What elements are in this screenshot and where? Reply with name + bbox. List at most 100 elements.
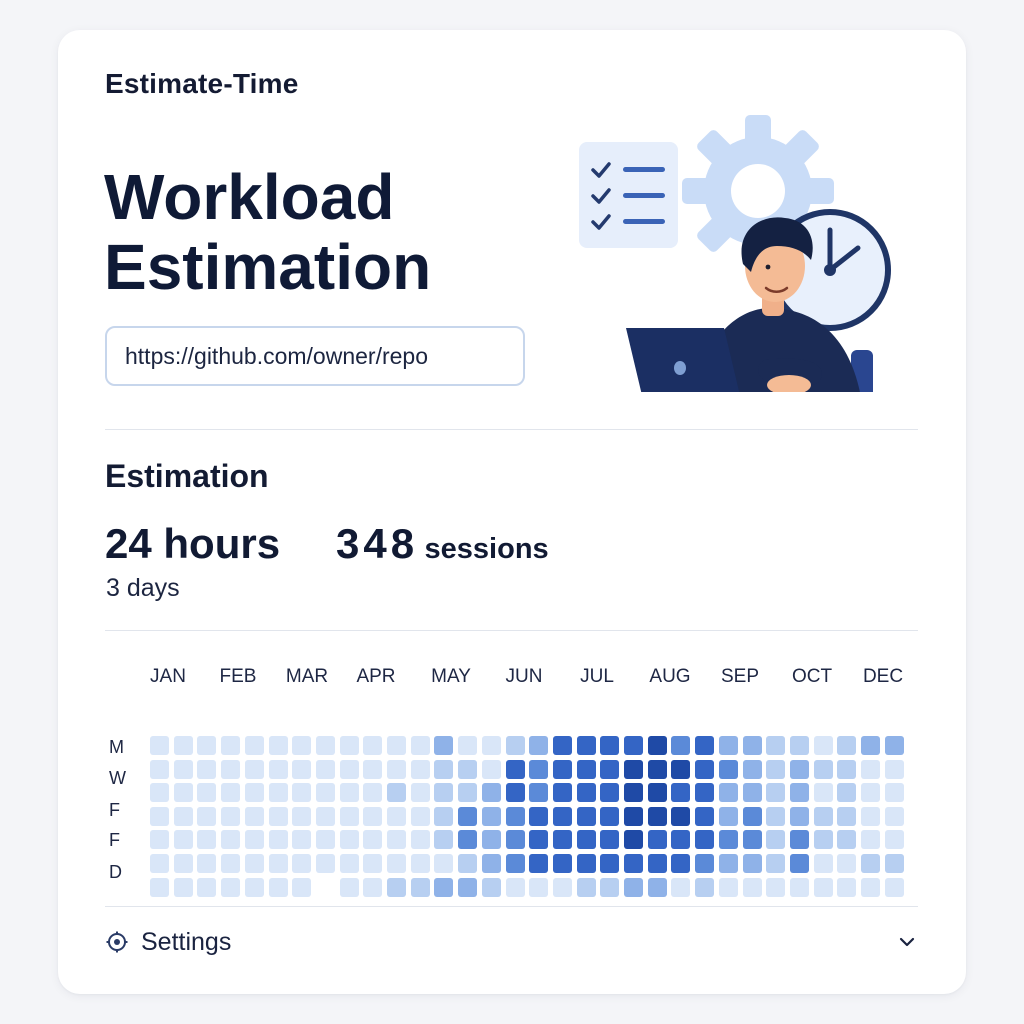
heatmap-cell — [410, 806, 430, 826]
heatmap-cell — [458, 806, 478, 826]
heatmap-cell — [695, 854, 715, 873]
heatmap-cell — [552, 759, 572, 779]
heatmap-cell — [505, 783, 525, 803]
heatmap-cell — [363, 736, 383, 755]
heatmap-cell — [647, 806, 667, 826]
heatmap-cell — [505, 877, 525, 897]
month-label: APR — [356, 666, 396, 687]
heatmap-cell — [244, 830, 264, 850]
heatmap-cell — [600, 759, 620, 779]
heatmap-cell — [624, 806, 643, 826]
heatmap-cell — [173, 759, 193, 779]
heatmap-cell — [221, 759, 241, 779]
heatmap-cell — [150, 854, 169, 873]
heatmap-cell — [244, 806, 264, 826]
heatmap-cell — [410, 783, 430, 803]
heatmap-cell — [624, 830, 643, 850]
settings-toggle[interactable]: Settings — [105, 922, 918, 962]
heatmap-cell — [221, 806, 241, 826]
heatmap-cell — [766, 759, 786, 779]
heatmap-cell — [505, 736, 525, 755]
month-label: MAY — [431, 666, 471, 687]
month-label: DEC — [862, 666, 904, 687]
heatmap-cell — [197, 736, 217, 755]
heatmap-cell — [529, 783, 549, 803]
heatmap-cell — [529, 759, 549, 779]
heatmap-cell — [766, 806, 786, 826]
heatmap-cell — [173, 736, 193, 755]
heatmap-cell — [481, 783, 501, 803]
divider-bottom — [105, 906, 918, 907]
heatmap-cell — [292, 783, 312, 803]
settings-label: Settings — [141, 927, 232, 956]
heatmap-cell — [813, 877, 833, 897]
heatmap-cell — [315, 736, 335, 755]
heatmap-cell — [861, 736, 880, 755]
heatmap-cell — [339, 806, 359, 826]
heatmap-cell — [292, 877, 312, 897]
heatmap-cell — [718, 736, 738, 755]
heatmap-cell — [315, 806, 335, 826]
heatmap-cell — [647, 736, 667, 755]
heatmap-cell — [742, 854, 762, 873]
heatmap-cell — [576, 877, 596, 897]
estimated-hours: 24 hours — [105, 520, 281, 567]
heatmap-cell — [766, 736, 786, 755]
heatmap-cell — [813, 736, 833, 755]
heatmap-cell — [505, 806, 525, 826]
heatmap-cell — [150, 830, 169, 850]
month-label: FEB — [219, 666, 257, 687]
heatmap-cell — [789, 806, 809, 826]
heatmap-cell — [458, 854, 478, 873]
heatmap-cell — [837, 759, 857, 779]
page-title-line-1: Workload — [104, 161, 395, 233]
estimated-days: 3 days — [106, 574, 180, 602]
heatmap-cell — [197, 854, 217, 873]
heatmap-cell — [600, 830, 620, 850]
heatmap-cell — [695, 736, 715, 755]
heatmap-cell — [671, 759, 691, 779]
sessions-count: 348 — [336, 520, 419, 567]
heatmap-cell — [434, 830, 454, 850]
divider-middle — [105, 630, 918, 631]
month-label: JUN — [505, 666, 543, 687]
heatmap-cell — [505, 759, 525, 779]
heatmap-cell — [861, 854, 880, 873]
heatmap-cell — [813, 854, 833, 873]
heatmap-cell — [339, 759, 359, 779]
heatmap-cell — [434, 806, 454, 826]
heatmap-cell — [671, 783, 691, 803]
heatmap-cell — [292, 830, 312, 850]
heatmap-cell — [197, 759, 217, 779]
heatmap-cell — [268, 877, 288, 897]
heatmap-cell — [458, 830, 478, 850]
heatmap-cell — [552, 877, 572, 897]
repo-url-input[interactable] — [105, 326, 525, 386]
checklist-icon — [579, 142, 678, 248]
heatmap-cell — [268, 759, 288, 779]
heatmap-cell — [789, 736, 809, 755]
chevron-down-icon[interactable] — [896, 931, 918, 953]
heatmap-cell — [576, 783, 596, 803]
heatmap-cell — [600, 806, 620, 826]
weekday-label: F — [109, 800, 120, 820]
heatmap-cell — [150, 736, 169, 755]
heatmap-cell — [671, 854, 691, 873]
heatmap-cell — [718, 877, 738, 897]
app-name: Estimate-Time — [105, 68, 299, 99]
heatmap-cell — [221, 877, 241, 897]
heatmap-cell — [315, 830, 335, 850]
heatmap-cell — [244, 736, 264, 755]
heatmap-cell — [221, 830, 241, 850]
heatmap-cell — [244, 877, 264, 897]
heatmap-cell — [742, 877, 762, 897]
heatmap-cell — [624, 877, 643, 897]
heatmap-cell — [481, 759, 501, 779]
heatmap-cell — [695, 830, 715, 850]
heatmap-cell — [884, 830, 904, 850]
activity-heatmap: JAN FEB MAR APR MAY JUN JUL AUG SEP OCT DEC M W F F D — [58, 650, 966, 897]
heatmap-cell — [884, 877, 904, 897]
heatmap-cell — [861, 877, 880, 897]
heatmap-cell — [671, 736, 691, 755]
heatmap-cell — [552, 806, 572, 826]
